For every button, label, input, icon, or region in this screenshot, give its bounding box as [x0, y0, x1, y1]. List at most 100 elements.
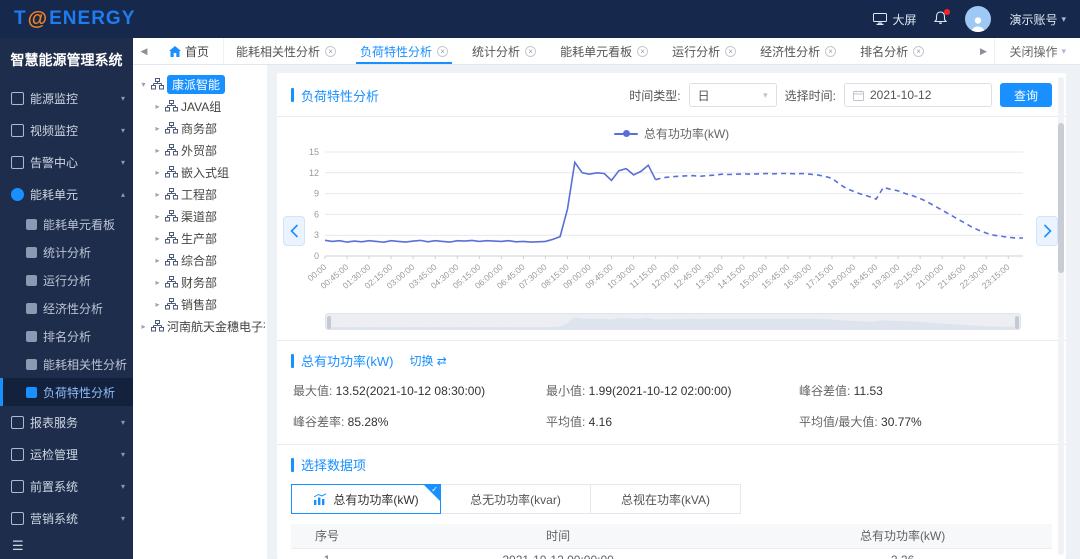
logo-at-icon: @: [27, 7, 49, 30]
tree-node-生产部[interactable]: ▸ 生产部: [139, 227, 265, 249]
org-icon: [165, 298, 178, 310]
tree-node-销售部[interactable]: ▸ 销售部: [139, 293, 265, 315]
sidebar-item-负荷特性分析[interactable]: 负荷特性分析: [0, 378, 133, 406]
tab-运行分析[interactable]: 运行分析 ×: [660, 38, 748, 64]
tree-node-嵌入式组[interactable]: ▸ 嵌入式组: [139, 161, 265, 183]
date-input[interactable]: 2021-10-12: [843, 83, 992, 107]
sidebar-item-前置系统[interactable]: 前置系统 ▾: [0, 470, 133, 502]
tab-负荷特性分析[interactable]: 负荷特性分析 ×: [348, 38, 460, 64]
sidebar-item-label: 运行分析: [43, 273, 92, 288]
sidebar-item-能耗单元看板[interactable]: 能耗单元看板: [0, 210, 133, 238]
sidebar-item-运行分析[interactable]: 运行分析: [0, 266, 133, 294]
caret-right-icon[interactable]: ▸: [153, 212, 162, 221]
stat-label: 平均值:: [546, 415, 589, 429]
tab-统计分析[interactable]: 统计分析 ×: [460, 38, 548, 64]
top-bar: T @ ENERGY 大屏 演示账号 ▾: [0, 0, 1080, 38]
sidebar-item-排名分析[interactable]: 排名分析: [0, 322, 133, 350]
tree-node-外贸部[interactable]: ▸ 外贸部: [139, 139, 265, 161]
notifications-button[interactable]: [934, 8, 951, 28]
caret-right-icon[interactable]: ▸: [153, 190, 162, 199]
divider: [277, 444, 1066, 445]
chart-next-button[interactable]: [1036, 216, 1058, 246]
stat-平均值: 平均值: 4.16: [546, 413, 799, 430]
data-tab-总无功功率(kvar)[interactable]: 总无功功率(kvar): [441, 484, 591, 514]
tab-排名分析[interactable]: 排名分析 ×: [848, 38, 936, 64]
tab-close-icon[interactable]: ×: [825, 45, 837, 57]
close-operations-button[interactable]: 关闭操作 ▾: [994, 38, 1080, 64]
caret-down-icon[interactable]: ▾: [139, 80, 148, 89]
tabs-scroll-right-button[interactable]: ▶: [972, 46, 994, 57]
sidebar-item-能耗单元[interactable]: 能耗单元 ▴: [0, 178, 133, 210]
switch-metric-button[interactable]: 切换 ⇄: [409, 352, 446, 369]
sidebar-item-经济性分析[interactable]: 经济性分析: [0, 294, 133, 322]
data-tab-总视在功率(kVA)[interactable]: 总视在功率(kVA): [591, 484, 741, 514]
sidebar-item-营销系统[interactable]: 营销系统 ▾: [0, 502, 133, 533]
datazoom-slider[interactable]: [325, 313, 1021, 330]
tab-close-icon[interactable]: ×: [325, 45, 337, 57]
data-tab-总有功功率(kW)[interactable]: 总有功功率(kW) ✓: [291, 484, 441, 514]
tab-能耗相关性分析[interactable]: 能耗相关性分析 ×: [224, 38, 348, 64]
sidebar-item-label: 负荷特性分析: [43, 385, 116, 400]
tabs-scroll-left-button[interactable]: ◀: [133, 46, 155, 57]
tab-close-icon[interactable]: ×: [637, 45, 649, 57]
tree-node-综合部[interactable]: ▸ 综合部: [139, 249, 265, 271]
table-cell: 2021-10-12 00:00:00: [363, 548, 754, 559]
caret-right-icon[interactable]: ▸: [153, 256, 162, 265]
caret-right-icon[interactable]: ▸: [153, 168, 162, 177]
datazoom-left-handle[interactable]: [327, 316, 331, 329]
scrollbar-thumb[interactable]: [1058, 123, 1064, 273]
sidebar-item-视频监控[interactable]: 视频监控 ▾: [0, 114, 133, 146]
tree-node-渠道部[interactable]: ▸ 渠道部: [139, 205, 265, 227]
caret-right-icon[interactable]: ▸: [153, 278, 162, 287]
load-curve-chart[interactable]: 0369121500:0000:45:0001:30:0002:15:0003:…: [291, 144, 1031, 306]
time-type-select[interactable]: 日 ▾: [688, 83, 777, 107]
org-icon: [165, 166, 178, 178]
tab-close-icon[interactable]: ×: [725, 45, 737, 57]
tree-node-JAVA组[interactable]: ▸ JAVA组: [139, 95, 265, 117]
menu-collapse-button[interactable]: ☰: [0, 533, 133, 559]
caret-right-icon[interactable]: ▸: [153, 102, 162, 111]
tree-node-康派智能[interactable]: ▾ 康派智能: [139, 73, 265, 95]
home-icon: [169, 45, 181, 57]
tab-close-icon[interactable]: ×: [525, 45, 537, 57]
sidebar-item-运检管理[interactable]: 运检管理 ▾: [0, 438, 133, 470]
account-name: 演示账号: [1009, 12, 1058, 27]
chart-prev-button[interactable]: [283, 216, 305, 246]
sidebar-title: 智慧能源管理系统: [10, 52, 123, 68]
tree-node-商务部[interactable]: ▸ 商务部: [139, 117, 265, 139]
tree-node-财务部[interactable]: ▸ 财务部: [139, 271, 265, 293]
tab-close-icon[interactable]: ×: [913, 45, 925, 57]
account-menu[interactable]: 演示账号 ▾: [1009, 11, 1066, 28]
chart-legend[interactable]: 总有功功率(kW): [291, 125, 1052, 142]
datazoom-right-handle[interactable]: [1015, 316, 1019, 329]
caret-right-icon[interactable]: ▸: [153, 300, 162, 309]
tab-经济性分析[interactable]: 经济性分析 ×: [748, 38, 848, 64]
stat-value: 13.52(2021-10-12 08:30:00): [335, 384, 486, 398]
sidebar-item-能源监控[interactable]: 能源监控 ▾: [0, 82, 133, 114]
caret-right-icon[interactable]: ▸: [139, 322, 148, 331]
big-screen-button[interactable]: 大屏: [873, 11, 916, 28]
sidebar-item-统计分析[interactable]: 统计分析: [0, 238, 133, 266]
query-button[interactable]: 查询: [999, 83, 1052, 107]
caret-right-icon[interactable]: ▸: [153, 234, 162, 243]
tab-能耗单元看板[interactable]: 能耗单元看板 ×: [548, 38, 660, 64]
tab-label: 负荷特性分析: [360, 44, 433, 59]
tab-home[interactable]: 首页: [155, 38, 225, 64]
front-system-icon: [11, 479, 24, 493]
vertical-scrollbar[interactable]: [1058, 77, 1064, 555]
org-icon: [165, 188, 178, 200]
tree-node-工程部[interactable]: ▸ 工程部: [139, 183, 265, 205]
avatar[interactable]: [965, 6, 992, 32]
sidebar-item-告警中心[interactable]: 告警中心 ▾: [0, 146, 133, 178]
sidebar-item-能耗相关性分析[interactable]: 能耗相关性分析: [0, 350, 133, 378]
tree-node-河南航天金穗电子有限公[interactable]: ▸ 河南航天金穗电子有限公: [139, 315, 265, 337]
sidebar-item-报表服务[interactable]: 报表服务 ▾: [0, 406, 133, 438]
table-cell: 2.26: [753, 548, 1052, 559]
tab-close-icon[interactable]: ×: [437, 45, 449, 57]
sidebar-item-label: 前置系统: [30, 479, 79, 494]
tab-home-label: 首页: [185, 44, 210, 59]
caret-right-icon[interactable]: ▸: [153, 124, 162, 133]
logo-text: T: [14, 8, 27, 29]
sidebar-item-label: 经济性分析: [43, 301, 104, 316]
caret-right-icon[interactable]: ▸: [153, 146, 162, 155]
